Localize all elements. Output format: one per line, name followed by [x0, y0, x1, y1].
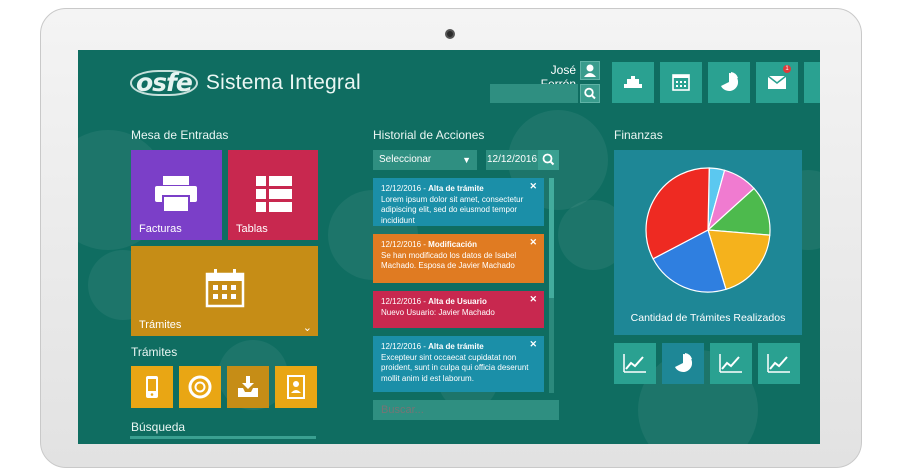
contacts-icon — [287, 375, 305, 399]
tramites-tile-contacts[interactable] — [275, 366, 317, 408]
chevron-down-icon[interactable]: ⌄ — [303, 321, 312, 334]
history-card-header: 12/12/2016 - Alta de trámite — [381, 342, 484, 351]
app-logo: osfe Sistema Integral — [130, 68, 361, 98]
history-card[interactable]: ✕ 12/12/2016 - Modificación Se han modif… — [373, 234, 544, 283]
tramites-title: Trámites — [131, 345, 178, 359]
busqueda-title: Búsqueda — [131, 420, 186, 434]
close-icon[interactable]: ✕ — [529, 339, 537, 350]
history-card[interactable]: ✕ 12/12/2016 - Alta de Usuario Nuevo Usu… — [373, 291, 544, 328]
header-tile-mail[interactable]: 1 — [756, 62, 798, 103]
webcam — [445, 29, 455, 39]
historial-search-button[interactable] — [538, 150, 559, 170]
tramites-tile-mobile[interactable] — [131, 366, 173, 408]
header-tile-stats[interactable] — [708, 62, 750, 103]
caret-down-icon: ▼ — [462, 155, 471, 165]
search-icon — [584, 87, 596, 100]
close-icon[interactable]: ✕ — [529, 294, 537, 305]
header-search-button[interactable] — [580, 84, 600, 103]
history-search-input[interactable] — [373, 400, 559, 420]
history-card-text: Excepteur sint occaecat cupidatat non pr… — [381, 352, 529, 383]
mesa-title: Mesa de Entradas — [131, 128, 229, 142]
calendar-icon — [205, 269, 245, 308]
list-icon — [256, 176, 292, 212]
pie-chart-icon — [675, 353, 693, 372]
history-card-header: 12/12/2016 - Alta de Usuario — [381, 297, 487, 306]
tile-facturas[interactable]: Facturas — [131, 150, 222, 240]
printer-icon — [155, 176, 197, 213]
calendar-icon — [672, 74, 690, 91]
search-icon — [542, 153, 555, 166]
finanzas-tile-2[interactable] — [662, 343, 704, 384]
line-chart-icon — [623, 354, 646, 373]
app-screen: osfe Sistema Integral José Ferrón — [78, 50, 820, 444]
chart-caption: Cantidad de Trámites Realizados — [630, 312, 786, 324]
user-icon — [584, 64, 596, 77]
mobile-icon — [146, 376, 158, 398]
history-card[interactable]: ✕ 12/12/2016 - Alta de trámite Lorem ips… — [373, 178, 544, 226]
header-tile-calendar[interactable] — [660, 62, 702, 103]
historial-title: Historial de Acciones — [373, 128, 485, 142]
finanzas-tile-3[interactable] — [710, 343, 752, 384]
historial-date-field[interactable]: 12/12/2016 — [486, 150, 538, 170]
header-tile-home[interactable] — [612, 62, 654, 103]
tramites-tile-inbox[interactable] — [227, 366, 269, 408]
finanzas-title: Finanzas — [614, 128, 663, 142]
tile-tablas[interactable]: Tablas — [228, 150, 318, 240]
inbox-download-icon — [238, 376, 258, 397]
mail-icon — [767, 75, 787, 89]
historial-filter-value: Seleccionar — [379, 154, 432, 165]
history-card-text: Se han modificado los datos de Isabel Ma… — [381, 250, 517, 271]
tile-tablas-label: Tablas — [236, 223, 268, 235]
tile-facturas-label: Facturas — [139, 223, 182, 235]
user-profile-button[interactable] — [580, 61, 600, 80]
history-card-text: Lorem ipsum dolor sit amet, consectetur … — [381, 194, 524, 225]
history-card[interactable]: ✕ 12/12/2016 - Alta de trámite Excepteur… — [373, 336, 544, 392]
busqueda-divider — [130, 436, 316, 439]
history-card-text: Nuevo Usuario: Javier Machado — [381, 307, 495, 317]
lifebuoy-icon — [188, 375, 212, 399]
history-scrollbar-thumb[interactable] — [549, 178, 554, 298]
history-card-header: 12/12/2016 - Alta de trámite — [381, 184, 484, 193]
header-tile-more[interactable] — [804, 62, 820, 103]
finanzas-tile-1[interactable] — [614, 343, 656, 384]
home-icon — [624, 76, 642, 88]
tramites-tile-support[interactable] — [179, 366, 221, 408]
history-card-header: 12/12/2016 - Modificación — [381, 240, 478, 249]
mail-badge: 1 — [783, 65, 791, 73]
finanzas-chart-panel: Cantidad de Trámites Realizados — [614, 150, 802, 335]
app-title: Sistema Integral — [205, 71, 361, 94]
finanzas-tile-4[interactable] — [758, 343, 800, 384]
pie-chart-icon — [721, 72, 739, 91]
tile-tramites-label: Trámites — [139, 319, 182, 331]
pie-chart — [645, 167, 771, 293]
tile-tramites[interactable]: Trámites ⌄ — [131, 246, 318, 336]
close-icon[interactable]: ✕ — [529, 181, 537, 192]
close-icon[interactable]: ✕ — [529, 237, 537, 248]
line-chart-icon — [767, 354, 790, 373]
header-search-input[interactable] — [490, 84, 578, 103]
logo-mark: osfe — [130, 70, 198, 96]
historial-filter-select[interactable]: Seleccionar ▼ — [373, 150, 477, 170]
line-chart-icon — [719, 354, 742, 373]
